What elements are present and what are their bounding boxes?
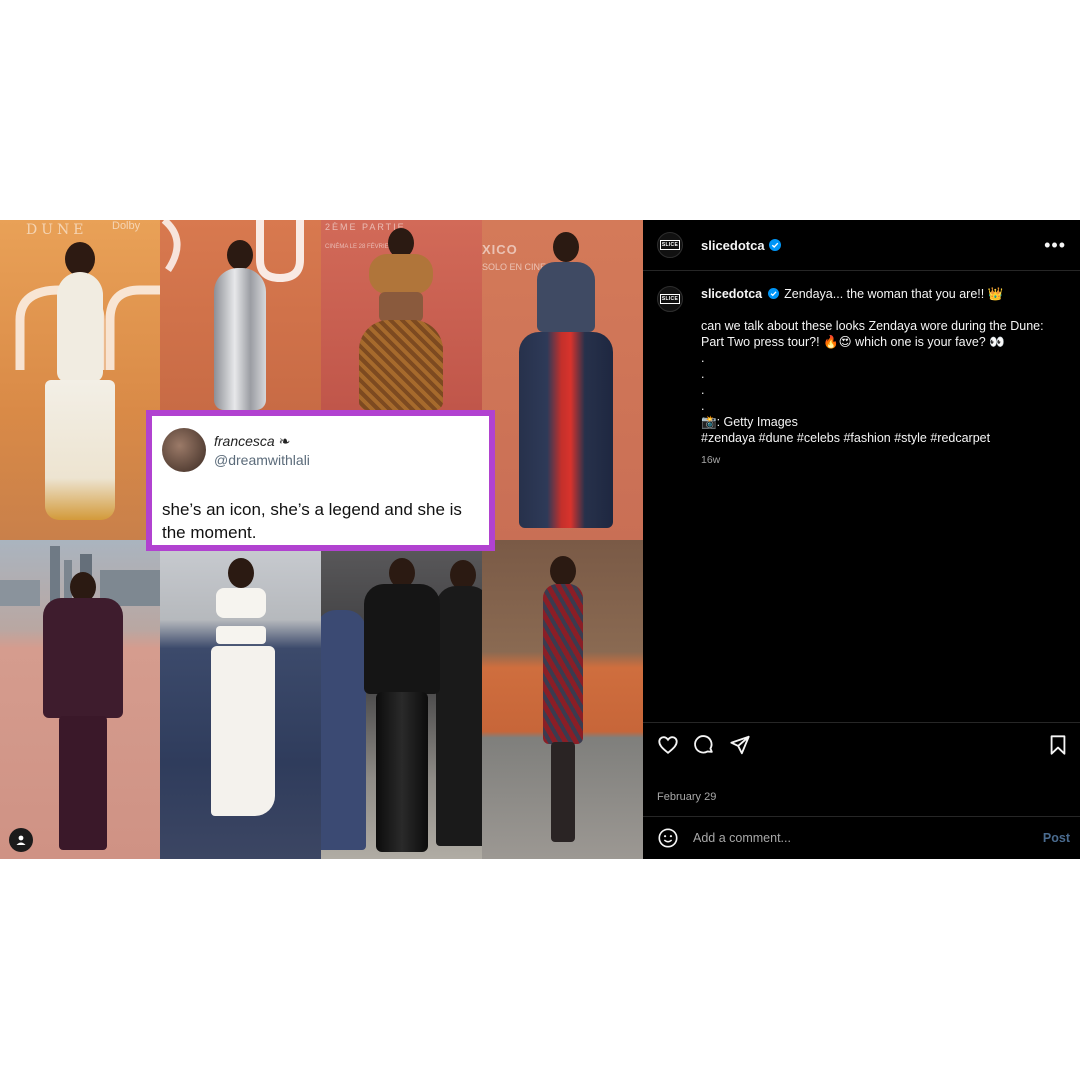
tweet-text: she’s an icon, she’s a legend and she is… [162, 500, 462, 542]
caption-dot: . [701, 351, 705, 365]
photo-blue-red-gown: XICO SOLO EN CINE [482, 220, 643, 540]
photo-white-cutout-dress [160, 540, 321, 859]
tweet-author-handle: @dreamwithlali [214, 451, 310, 468]
photo-patterned-skirt: 2ÈME PARTIE CINÉMA LE 28 FÉVRIER [321, 220, 482, 410]
caption-dot: . [701, 367, 705, 381]
post-side-panel: SLICE slicedotca ••• SLICE slicedotca Ze… [643, 220, 1080, 859]
photo-burgundy-suit [0, 540, 160, 859]
post-date[interactable]: February 29 [657, 791, 716, 803]
tweet-card: francesca ❧ @dreamwithlali she’s an icon… [146, 410, 495, 551]
photo-bg-text: XICO [482, 242, 518, 257]
comment-icon[interactable] [693, 734, 715, 756]
photo-bg-text: Dolby [112, 220, 141, 232]
caption-dot: . [701, 383, 705, 397]
instagram-post: DUNE Dolby 2ÈME PARTIE CINÉMA LE 28 FÉVR… [0, 220, 1080, 859]
caption-avatar[interactable]: SLICE [657, 286, 683, 312]
divider [643, 816, 1080, 817]
caption-timestamp[interactable]: 16w [701, 452, 1066, 468]
post-caption: SLICE slicedotca Zendaya... the woman th… [643, 271, 1080, 468]
verified-badge-icon [768, 239, 781, 251]
account-logo-text: SLICE [659, 240, 681, 250]
post-actions [657, 734, 1068, 756]
post-comment-button[interactable]: Post [1043, 831, 1070, 845]
tagged-user-icon[interactable] [9, 828, 33, 852]
account-avatar[interactable]: SLICE [657, 232, 683, 258]
tweet-avatar [162, 428, 206, 472]
caption-hashtags[interactable]: #zendaya #dune #celebs #fashion #style #… [701, 430, 1066, 446]
more-options-icon[interactable]: ••• [1044, 235, 1066, 256]
bookmark-icon[interactable] [1048, 734, 1068, 756]
caption-credit: 📸: Getty Images [701, 415, 798, 429]
heart-icon[interactable] [657, 734, 679, 756]
verified-badge-icon [767, 288, 779, 299]
account-username[interactable]: slicedotca [701, 238, 765, 253]
photo-leather-outfit [321, 540, 482, 859]
caption-line-2: can we talk about these looks Zendaya wo… [701, 319, 1044, 349]
share-icon[interactable] [729, 734, 751, 756]
comment-bar: Post [657, 827, 1070, 849]
photo-bg-text: DUNE [26, 222, 88, 238]
comment-input[interactable] [693, 831, 1043, 845]
caption-dot: . [701, 399, 705, 413]
caption-username[interactable]: slicedotca [701, 287, 762, 301]
post-media[interactable]: DUNE Dolby 2ÈME PARTIE CINÉMA LE 28 FÉVR… [0, 220, 643, 859]
divider [643, 722, 1080, 723]
caption-line-1: Zendaya... the woman that you are!! 👑 [784, 287, 1004, 301]
photo-metal-bodysuit [160, 220, 321, 410]
tweet-author-name: francesca ❧ [214, 432, 291, 449]
photo-red-patterned-dress [482, 540, 643, 859]
caption-logo-text: SLICE [659, 294, 681, 304]
post-header: SLICE slicedotca ••• [643, 220, 1080, 271]
photo-white-gown: DUNE Dolby [0, 220, 160, 540]
emoji-icon[interactable] [657, 827, 679, 849]
